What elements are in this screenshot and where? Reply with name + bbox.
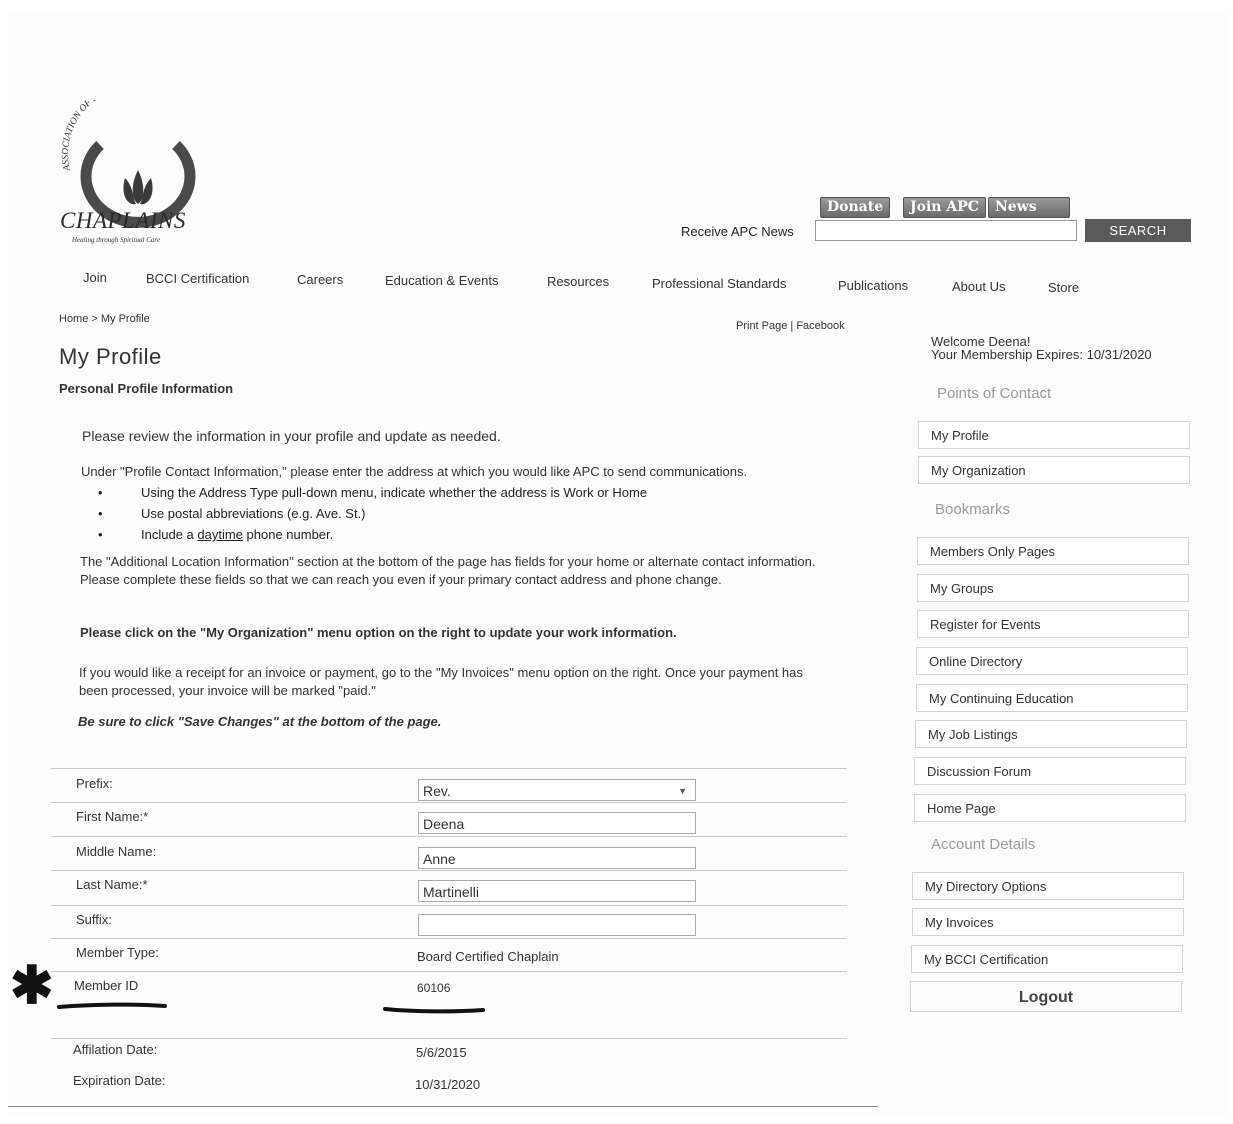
- dropdown-arrow-icon: ▼: [678, 786, 687, 796]
- sidebar-item-register-for-events[interactable]: Register for Events: [917, 610, 1189, 638]
- form-divider: [51, 905, 847, 906]
- page-title: My Profile: [59, 344, 162, 369]
- donate-button[interactable]: Donate: [820, 197, 891, 218]
- nav-careers[interactable]: Careers: [297, 272, 343, 287]
- page-bottom-rule: [8, 1106, 878, 1107]
- bullet-item: Use postal abbreviations (e.g. Ave. St.): [98, 506, 647, 527]
- news-email-input[interactable]: [815, 220, 1077, 241]
- section-subtitle: Personal Profile Information: [59, 381, 234, 396]
- logo-wordmark: CHAPLAINS: [60, 208, 186, 233]
- search-button[interactable]: SEARCH: [1085, 219, 1191, 242]
- print-facebook-links[interactable]: Print Page | Facebook: [736, 320, 845, 332]
- prefix-label: Prefix:: [76, 776, 113, 791]
- welcome-message: Welcome Deena! Your Membership Expires: …: [931, 335, 1152, 361]
- expiration-date-value: 10/31/2020: [415, 1077, 481, 1092]
- account-details-heading: Account Details: [931, 836, 1036, 853]
- nav-resources[interactable]: Resources: [547, 274, 609, 289]
- member-type-label: Member Type:: [76, 945, 159, 960]
- my-organization-note: Please click on the "My Organization" me…: [80, 625, 677, 640]
- points-of-contact-heading: Points of Contact: [937, 385, 1052, 402]
- member-id-label: Member ID: [74, 978, 139, 993]
- form-divider: [51, 802, 847, 803]
- sidebar-item-my-invoices[interactable]: My Invoices: [912, 908, 1184, 936]
- sidebar-item-members-only-pages[interactable]: Members Only Pages: [917, 537, 1189, 565]
- form-divider: [51, 1038, 847, 1039]
- first-name-input[interactable]: Deena: [418, 812, 696, 834]
- nav-professional-standards[interactable]: Professional Standards: [652, 276, 786, 291]
- affiliation-date-label: Affilation Date:: [73, 1042, 158, 1057]
- news-button[interactable]: News: [988, 197, 1070, 218]
- nav-store[interactable]: Store: [1048, 280, 1079, 295]
- sidebar-item-discussion-forum[interactable]: Discussion Forum: [914, 757, 1186, 785]
- handwritten-asterisk: ✱: [10, 957, 54, 1015]
- save-changes-note: Be sure to click "Save Changes" at the b…: [78, 714, 442, 729]
- form-divider: [51, 768, 847, 769]
- affiliation-date-value: 5/6/2015: [416, 1045, 467, 1060]
- member-type-value: Board Certified Chaplain: [417, 949, 559, 964]
- sidebar-item-my-bcci-certification[interactable]: My BCCI Certification: [911, 945, 1183, 973]
- sidebar-item-online-directory[interactable]: Online Directory: [916, 647, 1188, 675]
- handwritten-underlines: [57, 1002, 485, 1014]
- intro-text: Please review the information in your pr…: [82, 428, 501, 444]
- logout-button[interactable]: Logout: [910, 981, 1182, 1012]
- sidebar-item-my-profile[interactable]: My Profile: [918, 421, 1190, 449]
- form-divider: [51, 971, 847, 972]
- last-name-label: Last Name:*: [76, 877, 148, 892]
- sidebar-item-my-organization[interactable]: My Organization: [918, 456, 1190, 484]
- sidebar-item-my-groups[interactable]: My Groups: [917, 574, 1189, 602]
- nav-publications[interactable]: Publications: [838, 278, 908, 293]
- bullet-item: Using the Address Type pull-down menu, i…: [98, 485, 647, 506]
- sidebar-item-my-directory-options[interactable]: My Directory Options: [912, 872, 1184, 900]
- nav-education-events[interactable]: Education & Events: [385, 273, 498, 288]
- first-name-label: First Name:*: [76, 809, 149, 824]
- suffix-label: Suffix:: [76, 912, 112, 927]
- nav-join[interactable]: Join: [83, 270, 107, 285]
- last-name-input[interactable]: Martinelli: [418, 880, 696, 902]
- nav-bcci-certification[interactable]: BCCI Certification: [146, 271, 249, 286]
- form-divider: [51, 836, 847, 837]
- sidebar-item-my-continuing-education[interactable]: My Continuing Education: [916, 684, 1188, 712]
- form-divider: [51, 938, 847, 939]
- suffix-input[interactable]: [418, 914, 696, 936]
- instruction-text: Under "Profile Contact Information," ple…: [81, 464, 748, 479]
- nav-about-us[interactable]: About Us: [952, 279, 1005, 294]
- logo-tagline: Healing through Spiritual Care: [72, 236, 160, 244]
- sidebar-item-my-job-listings[interactable]: My Job Listings: [915, 720, 1187, 748]
- additional-location-text: The "Additional Location Information" se…: [80, 554, 816, 587]
- logo-arc-text: ASSOCIATION OF PROFESSIONAL: [61, 100, 160, 172]
- middle-name-label: Middle Name:: [76, 844, 157, 859]
- svg-text:ASSOCIATION OF PROFESSIONAL: ASSOCIATION OF PROFESSIONAL: [61, 100, 160, 172]
- instruction-bullets: Using the Address Type pull-down menu, i…: [98, 485, 647, 548]
- sidebar-item-home-page[interactable]: Home Page: [914, 794, 1186, 822]
- join-apc-button[interactable]: Join APC: [903, 197, 986, 218]
- membership-expiry: Your Membership Expires: 10/31/2020: [931, 347, 1152, 362]
- prefix-select[interactable]: Rev. ▼: [418, 779, 696, 801]
- form-divider: [51, 870, 847, 871]
- member-id-value: 60106: [417, 981, 451, 995]
- invoice-note: If you would like a receipt for an invoi…: [79, 665, 803, 698]
- receive-news-label: Receive APC News: [681, 224, 794, 239]
- bullet-item: Include a daytime phone number.: [98, 527, 647, 548]
- expiration-date-label: Expiration Date:: [73, 1073, 166, 1088]
- bookmarks-heading: Bookmarks: [935, 501, 1011, 518]
- breadcrumb[interactable]: Home > My Profile: [59, 313, 150, 325]
- middle-name-input[interactable]: Anne: [418, 847, 696, 869]
